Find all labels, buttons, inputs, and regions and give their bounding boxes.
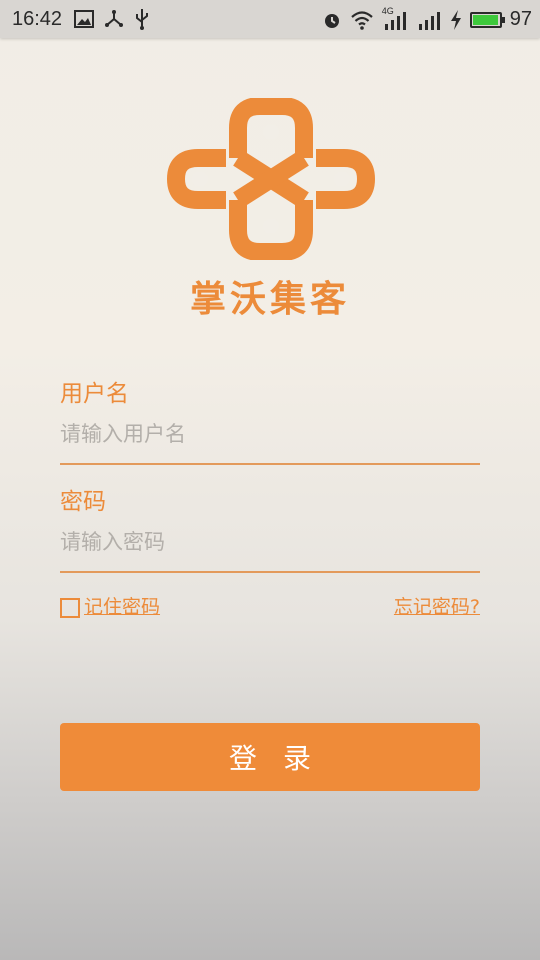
- battery-level: 97: [509, 8, 532, 30]
- network-type-label: 4G: [381, 5, 394, 16]
- image-icon: [74, 10, 94, 28]
- remember-password-toggle[interactable]: 记住密码: [60, 592, 160, 619]
- signal-4g-icon: 4G: [382, 6, 408, 30]
- remember-checkbox[interactable]: [60, 597, 80, 618]
- alarm-icon: [322, 10, 342, 30]
- username-label: 用户名: [60, 381, 129, 407]
- usb-icon: [134, 8, 150, 30]
- china-unicom-knot-logo: [166, 97, 376, 261]
- signal-icon: [416, 10, 442, 30]
- remember-password-label: 记住密码: [84, 596, 161, 618]
- brand-name: 掌沃集客: [189, 278, 350, 320]
- username-input[interactable]: [60, 414, 480, 454]
- password-underline: [60, 571, 480, 573]
- battery-fill: [472, 14, 498, 25]
- forgot-password-link[interactable]: 忘记密码?: [394, 592, 480, 619]
- wifi-icon: [350, 10, 374, 30]
- password-input[interactable]: [60, 522, 480, 562]
- share-network-icon: [104, 9, 124, 29]
- battery-icon: [469, 11, 505, 28]
- status-time: 16:42: [12, 8, 63, 30]
- status-bar: 16:42 4G 97: [0, 0, 540, 38]
- password-label: 密码: [60, 489, 106, 515]
- username-underline: [60, 463, 480, 465]
- login-button[interactable]: 登录: [60, 723, 480, 791]
- charging-icon: [450, 9, 462, 30]
